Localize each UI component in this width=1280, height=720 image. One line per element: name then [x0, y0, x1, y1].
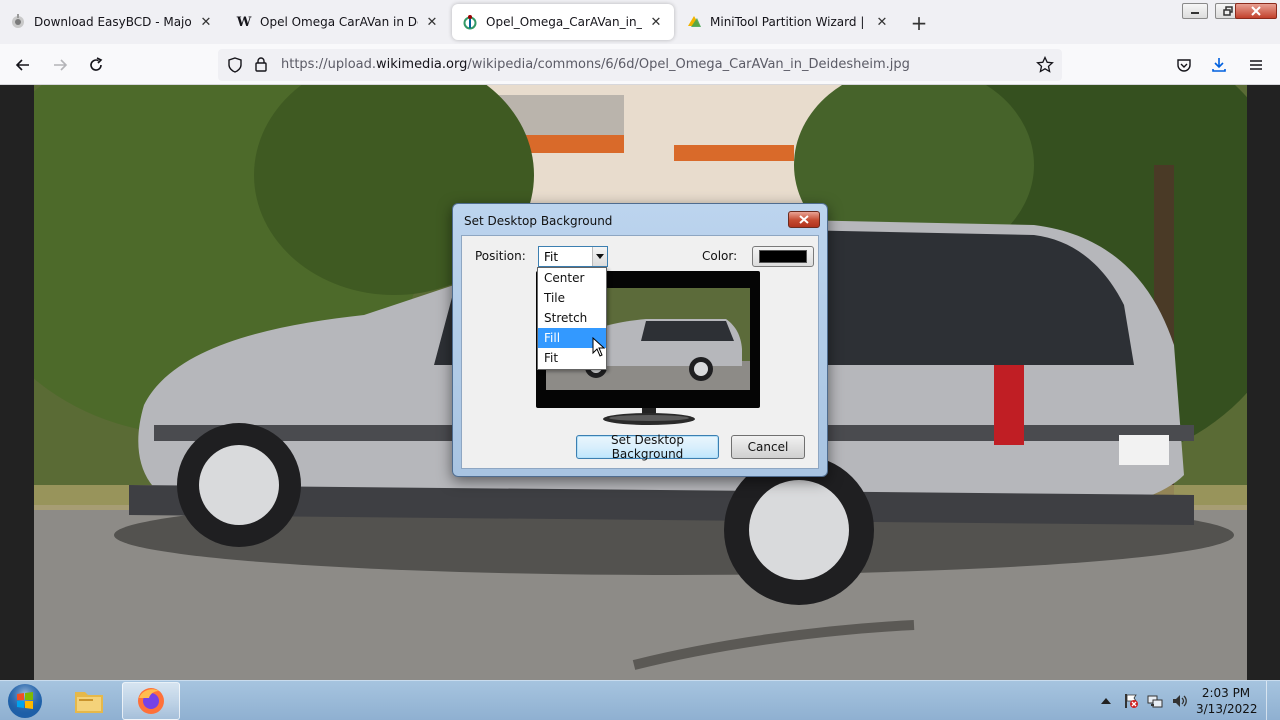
- clock-time: 2:03 PM: [1201, 686, 1251, 700]
- close-icon[interactable]: ✕: [424, 14, 440, 30]
- tab-wikipedia-article[interactable]: W Opel Omega CarAVan in Deidesheim ✕: [226, 4, 450, 40]
- monitor-stand-icon: [603, 408, 695, 425]
- windows-logo-icon: [8, 684, 42, 718]
- tab-title: Download EasyBCD - MajorGeeks: [34, 15, 192, 29]
- forward-button[interactable]: [47, 52, 73, 78]
- close-icon[interactable]: ✕: [648, 14, 664, 30]
- back-arrow-icon: [15, 59, 29, 71]
- network-icon[interactable]: [1147, 693, 1163, 709]
- close-icon: [799, 215, 809, 224]
- minimize-button[interactable]: [1182, 3, 1208, 19]
- start-button[interactable]: [4, 681, 46, 720]
- reload-button[interactable]: [83, 52, 109, 78]
- position-select[interactable]: Fit: [538, 246, 608, 267]
- color-label: Color:: [702, 249, 738, 263]
- minitool-favicon-icon: [686, 14, 702, 30]
- reload-icon: [90, 57, 103, 71]
- set-desktop-background-button[interactable]: Set Desktop Background: [576, 433, 719, 461]
- pocket-button[interactable]: [1171, 52, 1197, 78]
- download-icon: [1212, 58, 1226, 72]
- new-tab-button[interactable]: +: [906, 10, 932, 36]
- color-picker-button[interactable]: [752, 246, 814, 267]
- tab-title: MiniTool Partition Wizard | Best: [710, 15, 868, 29]
- chevron-down-icon[interactable]: [592, 247, 607, 266]
- volume-icon[interactable]: [1171, 693, 1187, 709]
- mouse-cursor-icon: [592, 337, 606, 357]
- tab-wikimedia-image[interactable]: Opel_Omega_CarAVan_in_Deidesheim.jpg ✕: [452, 4, 674, 40]
- hamburger-menu-icon: [1250, 60, 1262, 70]
- close-icon: [1251, 6, 1261, 16]
- url-text: https://upload.wikimedia.org/wikipedia/c…: [281, 57, 910, 72]
- easybcd-favicon-icon: [10, 14, 26, 30]
- show-desktop-button[interactable]: [1266, 681, 1280, 720]
- pocket-icon: [1177, 59, 1191, 72]
- action-center-flag-icon[interactable]: [1123, 693, 1139, 709]
- shield-icon[interactable]: [227, 57, 243, 76]
- lock-icon[interactable]: [254, 56, 268, 75]
- close-icon[interactable]: ✕: [198, 14, 214, 30]
- tab-title: Opel_Omega_CarAVan_in_Deidesheim.jpg: [486, 15, 642, 29]
- option-center[interactable]: Center: [538, 268, 606, 288]
- wikimedia-favicon-icon: [462, 14, 478, 30]
- dialog-title: Set Desktop Background: [464, 214, 613, 228]
- restore-icon: [1223, 6, 1233, 16]
- navigation-bar: https://upload.wikimedia.org/wikipedia/c…: [0, 44, 1280, 85]
- window-close-button[interactable]: [1235, 3, 1277, 19]
- dialog-close-button[interactable]: [788, 211, 820, 228]
- menu-button[interactable]: [1243, 52, 1269, 78]
- tray-expand-chevron-icon[interactable]: [1098, 693, 1114, 709]
- cancel-button[interactable]: Cancel: [731, 435, 805, 459]
- wikipedia-favicon-icon: W: [236, 14, 252, 30]
- tab-minitool[interactable]: MiniTool Partition Wizard | Best ✕: [676, 4, 900, 40]
- url-bar[interactable]: https://upload.wikimedia.org/wikipedia/c…: [218, 49, 1062, 81]
- tab-title: Opel Omega CarAVan in Deidesheim: [260, 15, 418, 29]
- taskbar-firefox[interactable]: [122, 682, 180, 720]
- option-tile[interactable]: Tile: [538, 288, 606, 308]
- bookmark-star-icon[interactable]: [1036, 55, 1054, 77]
- folder-icon: [75, 692, 103, 713]
- position-label: Position:: [475, 249, 526, 263]
- minimize-icon: [1191, 12, 1199, 14]
- taskbar-file-explorer[interactable]: [60, 682, 118, 720]
- forward-arrow-icon: [54, 59, 68, 71]
- position-select-value: Fit: [544, 250, 559, 264]
- color-swatch: [759, 250, 807, 263]
- set-desktop-background-dialog: Set Desktop Background Position: Fit Col…: [452, 203, 828, 477]
- tab-easybcd[interactable]: Download EasyBCD - MajorGeeks ✕: [0, 4, 224, 40]
- close-icon[interactable]: ✕: [874, 14, 890, 30]
- taskbar-clock[interactable]: 2:03 PM 3/13/2022: [1196, 685, 1258, 717]
- tab-strip: Download EasyBCD - MajorGeeks ✕ W Opel O…: [0, 0, 1280, 44]
- back-button[interactable]: [10, 52, 36, 78]
- option-stretch[interactable]: Stretch: [538, 308, 606, 328]
- taskbar: 2:03 PM 3/13/2022: [0, 680, 1280, 720]
- dialog-body: Position: Fit Color: Center Tile Stretch…: [461, 235, 819, 469]
- downloads-button[interactable]: [1206, 52, 1232, 78]
- firefox-icon: [138, 688, 164, 714]
- clock-date: 3/13/2022: [1196, 702, 1258, 716]
